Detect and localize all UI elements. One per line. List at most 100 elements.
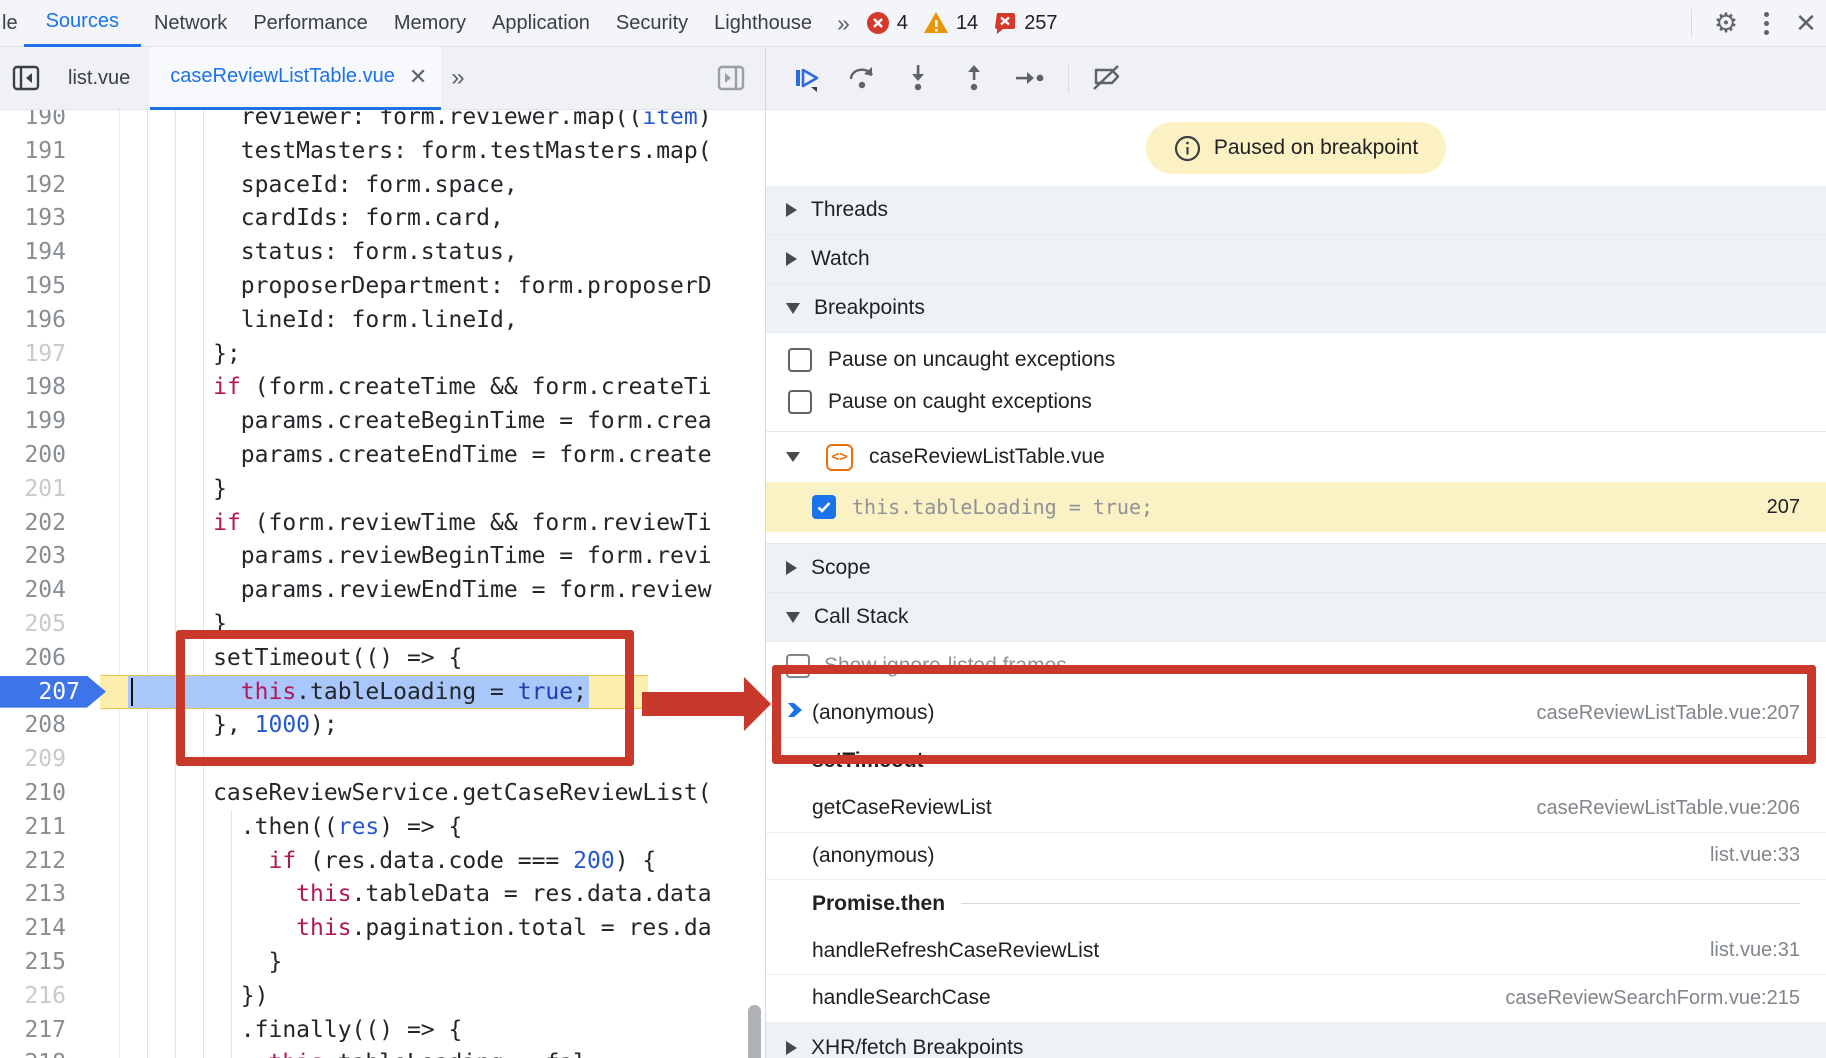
call-stack-frame[interactable]: getCaseReviewListcaseReviewListTable.vue… <box>766 785 1826 833</box>
line-number[interactable]: 190 <box>0 110 66 134</box>
kebab-menu-icon[interactable] <box>1746 3 1786 43</box>
code-line-212[interactable]: 212 if (res.data.code === 200) { <box>0 844 765 878</box>
section-threads[interactable]: Threads <box>766 186 1826 235</box>
line-number[interactable]: 214 <box>0 911 66 945</box>
code-line-200[interactable]: 200 params.createEndTime = form.create <box>0 438 765 472</box>
code-line-199[interactable]: 199 params.createBeginTime = form.crea <box>0 404 765 438</box>
line-number[interactable]: 218 <box>0 1046 66 1058</box>
more-file-tabs-icon[interactable]: » <box>441 64 472 92</box>
line-number[interactable]: 211 <box>0 810 66 844</box>
tab-memory[interactable]: Memory <box>381 0 479 47</box>
code-line-210[interactable]: 210 caseReviewService.getCaseReviewList( <box>0 776 765 810</box>
code-line-201[interactable]: 201 } <box>0 472 765 506</box>
section-scope[interactable]: Scope <box>766 544 1826 593</box>
line-number[interactable]: 192 <box>0 168 66 202</box>
code-line-217[interactable]: 217 .finally(() => { <box>0 1013 765 1047</box>
code-line-198[interactable]: 198 if (form.createTime && form.createTi <box>0 370 765 404</box>
breakpoint-file-group[interactable]: <> caseReviewListTable.vue <box>766 432 1826 482</box>
line-number[interactable]: 200 <box>0 438 66 472</box>
code-line-211[interactable]: 211 .then((res) => { <box>0 810 765 844</box>
line-number[interactable]: 216 <box>0 979 66 1013</box>
file-tab-casereviewlisttable-vue[interactable]: caseReviewListTable.vue ✕ <box>150 47 441 110</box>
tab-security[interactable]: Security <box>603 0 701 47</box>
step-out-icon[interactable] <box>950 56 998 100</box>
step-icon[interactable] <box>1006 56 1054 100</box>
line-number[interactable]: 215 <box>0 945 66 979</box>
editor-scrollbar-thumb[interactable] <box>748 1005 761 1058</box>
code-line-191[interactable]: 191 testMasters: form.testMasters.map( <box>0 134 765 168</box>
code-line-204[interactable]: 204 params.reviewEndTime = form.review <box>0 573 765 607</box>
tab-network[interactable]: Network <box>141 0 240 47</box>
line-number[interactable]: 210 <box>0 776 66 810</box>
line-number[interactable]: 204 <box>0 573 66 607</box>
code-line-193[interactable]: 193 cardIds: form.card, <box>0 201 765 235</box>
line-number[interactable]: 197 <box>0 337 66 371</box>
call-stack-frame[interactable]: (anonymous)list.vue:33 <box>766 833 1826 881</box>
code-line-216[interactable]: 216 }) <box>0 979 765 1013</box>
pause-caught-checkbox[interactable] <box>788 390 812 414</box>
pause-uncaught-checkbox[interactable] <box>788 348 812 372</box>
line-number[interactable]: 209 <box>0 742 66 776</box>
code-line-202[interactable]: 202 if (form.reviewTime && form.reviewTi <box>0 506 765 540</box>
code-line-213[interactable]: 213 this.tableData = res.data.data <box>0 877 765 911</box>
section-breakpoints[interactable]: Breakpoints <box>766 284 1826 333</box>
file-tab-list-vue[interactable]: list.vue <box>48 47 150 110</box>
deactivate-breakpoints-icon[interactable] <box>1083 56 1131 100</box>
code-line-194[interactable]: 194 status: form.status, <box>0 235 765 269</box>
line-number[interactable]: 194 <box>0 235 66 269</box>
line-number[interactable]: 217 <box>0 1013 66 1047</box>
resume-script-icon[interactable] <box>782 56 830 100</box>
section-watch[interactable]: Watch <box>766 235 1826 284</box>
more-tabs-icon[interactable]: » <box>825 10 860 37</box>
execution-line-flag[interactable]: 207 <box>0 676 106 708</box>
breakpoint-entry-row[interactable]: this.tableLoading = true; 207 <box>766 482 1826 532</box>
code-line-192[interactable]: 192 spaceId: form.space, <box>0 168 765 202</box>
tab-lighthouse[interactable]: Lighthouse <box>701 0 825 47</box>
error-icon[interactable] <box>866 11 890 35</box>
pause-caught-row[interactable]: Pause on caught exceptions <box>766 381 1826 423</box>
line-number[interactable]: 199 <box>0 404 66 438</box>
line-number[interactable]: 202 <box>0 506 66 540</box>
step-into-icon[interactable] <box>894 56 942 100</box>
tab-console-partial[interactable]: le <box>0 0 24 47</box>
breakpoint-checkbox[interactable] <box>812 495 836 519</box>
tab-sources[interactable]: Sources <box>24 0 141 47</box>
section-xhr-breakpoints[interactable]: XHR/fetch Breakpoints <box>766 1023 1826 1058</box>
settings-gear-icon[interactable]: ⚙ <box>1706 3 1746 43</box>
hide-debugger-sidebar-icon[interactable] <box>709 56 753 100</box>
hide-navigator-icon[interactable] <box>4 56 48 100</box>
code-editor[interactable]: 190 reviewer: form.reviewer.map((item)19… <box>0 110 765 1058</box>
code-line-197[interactable]: 197 }; <box>0 337 765 371</box>
line-number[interactable]: 208 <box>0 708 66 742</box>
tab-application[interactable]: Application <box>479 0 603 47</box>
line-number[interactable]: 205 <box>0 607 66 641</box>
close-tab-icon[interactable]: ✕ <box>409 64 427 90</box>
line-number[interactable]: 193 <box>0 201 66 235</box>
pane-divider[interactable] <box>765 47 766 1058</box>
call-stack-frame[interactable]: handleRefreshCaseReviewListlist.vue:31 <box>766 928 1826 976</box>
warning-icon[interactable] <box>923 11 949 35</box>
line-number[interactable]: 206 <box>0 641 66 675</box>
call-stack-frame[interactable]: handleSearchCasecaseReviewSearchForm.vue… <box>766 975 1826 1023</box>
code-line-196[interactable]: 196 lineId: form.lineId, <box>0 303 765 337</box>
pause-uncaught-row[interactable]: Pause on uncaught exceptions <box>766 339 1826 381</box>
code-line-195[interactable]: 195 proposerDepartment: form.proposerD <box>0 269 765 303</box>
code-line-214[interactable]: 214 this.pagination.total = res.da <box>0 911 765 945</box>
line-number[interactable]: 201 <box>0 472 66 506</box>
line-number[interactable]: 203 <box>0 539 66 573</box>
line-number[interactable]: 195 <box>0 269 66 303</box>
line-number[interactable]: 198 <box>0 370 66 404</box>
line-number[interactable]: 196 <box>0 303 66 337</box>
line-number[interactable]: 213 <box>0 877 66 911</box>
code-line-215[interactable]: 215 } <box>0 945 765 979</box>
tab-performance[interactable]: Performance <box>240 0 381 47</box>
close-devtools-icon[interactable]: ✕ <box>1786 3 1826 43</box>
issues-icon[interactable] <box>993 11 1017 35</box>
code-line-203[interactable]: 203 params.reviewBeginTime = form.revi <box>0 539 765 573</box>
section-call-stack[interactable]: Call Stack <box>766 593 1826 642</box>
step-over-icon[interactable] <box>838 56 886 100</box>
code-line-190[interactable]: 190 reviewer: form.reviewer.map((item) <box>0 110 765 134</box>
line-number[interactable]: 212 <box>0 844 66 878</box>
code-line-218[interactable]: 218 this.tableLoading = fal <box>0 1046 765 1058</box>
line-number[interactable]: 191 <box>0 134 66 168</box>
